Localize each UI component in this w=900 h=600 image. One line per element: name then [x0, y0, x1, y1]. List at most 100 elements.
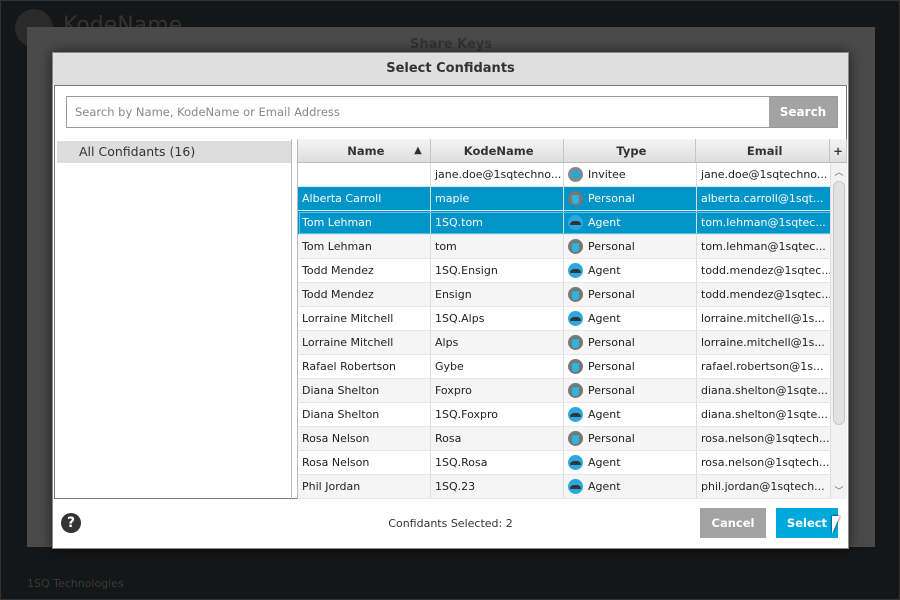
type-label: Invitee	[588, 167, 626, 181]
cell-kodename: Rosa	[431, 427, 564, 450]
cell-kodename: 1SQ.tom	[431, 211, 564, 234]
cell-kodename: Gybe	[431, 355, 564, 378]
cell-type: Agent	[564, 403, 697, 426]
scrollbar-thumb[interactable]	[833, 181, 845, 425]
cell-kodename: 1SQ.Foxpro	[431, 403, 564, 426]
cell-name: Tom Lehman	[298, 211, 431, 234]
cell-name: Phil Jordan	[298, 475, 431, 498]
table-row[interactable]: Rosa Nelson 1SQ.Rosa Agent rosa.nelson@1…	[298, 451, 847, 475]
cell-type: Personal	[564, 427, 697, 450]
cell-email: lorraine.mitchell@1s...	[697, 331, 831, 354]
cell-kodename: tom	[431, 235, 564, 258]
cell-email: lorraine.mitchell@1s...	[697, 307, 831, 330]
search-input[interactable]	[67, 97, 769, 127]
scroll-down-icon[interactable]: ﹀	[831, 484, 847, 497]
cell-type: Agent	[564, 259, 697, 282]
cell-email: todd.mendez@1sqtec...	[697, 259, 831, 282]
cell-kodename: Foxpro	[431, 379, 564, 402]
type-label: Agent	[588, 263, 621, 277]
cell-email: rosa.nelson@1sqtech...	[697, 427, 831, 450]
table-row[interactable]: Tom Lehman 1SQ.tom Agent tom.lehman@1sqt…	[298, 211, 847, 235]
cell-kodename: jane.doe@1sqtechno...	[431, 163, 564, 186]
type-label: Personal	[588, 335, 635, 349]
table-row[interactable]: Lorraine Mitchell Alps Personal lorraine…	[298, 331, 847, 355]
cell-type: Personal	[564, 283, 697, 306]
cell-type: Agent	[564, 451, 697, 474]
type-label: Personal	[588, 287, 635, 301]
type-label: Agent	[588, 311, 621, 325]
mouse-cursor-icon	[832, 516, 840, 534]
type-label: Personal	[588, 431, 635, 445]
add-column-button[interactable]: +	[830, 139, 847, 162]
cell-name: Rosa Nelson	[298, 451, 431, 474]
type-label: Personal	[588, 359, 635, 373]
cell-name: Alberta Carroll	[298, 187, 431, 210]
personal-icon	[568, 191, 583, 206]
dialog-title: Select Confidants	[53, 53, 848, 85]
personal-icon	[568, 359, 583, 374]
column-header-kodename[interactable]: KodeName	[431, 139, 564, 162]
table-row[interactable]: Lorraine Mitchell 1SQ.Alps Agent lorrain…	[298, 307, 847, 331]
personal-icon	[568, 335, 583, 350]
cell-name: Diana Shelton	[298, 403, 431, 426]
invitee-icon	[568, 167, 583, 182]
group-all-confidants[interactable]: All Confidants (16)	[57, 141, 291, 163]
table-row[interactable]: Rafael Robertson Gybe Personal rafael.ro…	[298, 355, 847, 379]
personal-icon	[568, 383, 583, 398]
type-label: Personal	[588, 191, 635, 205]
type-label: Agent	[588, 215, 621, 229]
table-row[interactable]: jane.doe@1sqtechno... Invitee jane.doe@1…	[298, 163, 847, 187]
cell-email: tom.lehman@1sqtec...	[697, 235, 831, 258]
cell-type: Agent	[564, 307, 697, 330]
cell-type: Agent	[564, 211, 697, 234]
agent-icon	[568, 479, 583, 494]
cell-type: Invitee	[564, 163, 697, 186]
cell-type: Personal	[564, 379, 697, 402]
select-button[interactable]: Select	[776, 508, 838, 538]
table-row[interactable]: Alberta Carroll maple Personal alberta.c…	[298, 187, 847, 211]
column-header-name[interactable]: Name ▲	[298, 139, 431, 162]
column-header-type[interactable]: Type	[564, 139, 697, 162]
cell-name: Rafael Robertson	[298, 355, 431, 378]
search-bar: Search	[66, 96, 838, 128]
cell-name: Tom Lehman	[298, 235, 431, 258]
app-footer: 1SQ Technologies	[27, 577, 124, 590]
cell-name	[298, 163, 431, 186]
cell-name: Diana Shelton	[298, 379, 431, 402]
cell-type: Personal	[564, 331, 697, 354]
sort-ascending-icon: ▲	[414, 144, 422, 156]
cell-name: Todd Mendez	[298, 283, 431, 306]
column-label: Name	[347, 143, 385, 158]
cell-email: diana.shelton@1sqte...	[697, 379, 831, 402]
personal-icon	[568, 287, 583, 302]
cell-email: phil.jordan@1sqtech...	[697, 475, 831, 498]
vertical-scrollbar[interactable]: ︿ ﹀	[830, 163, 847, 499]
cell-kodename: Alps	[431, 331, 564, 354]
cell-type: Personal	[564, 187, 697, 210]
table-row[interactable]: Diana Shelton 1SQ.Foxpro Agent diana.she…	[298, 403, 847, 427]
cell-email: rafael.robertson@1s...	[697, 355, 831, 378]
scroll-up-icon[interactable]: ︿	[831, 165, 847, 178]
agent-icon	[568, 263, 583, 278]
table-row[interactable]: Rosa Nelson Rosa Personal rosa.nelson@1s…	[298, 427, 847, 451]
cell-kodename: 1SQ.Rosa	[431, 451, 564, 474]
column-header-email[interactable]: Email	[696, 139, 831, 162]
table-row[interactable]: Todd Mendez Ensign Personal todd.mendez@…	[298, 283, 847, 307]
cancel-button[interactable]: Cancel	[700, 508, 766, 538]
agent-icon	[568, 311, 583, 326]
agent-icon	[568, 455, 583, 470]
cell-email: todd.mendez@1sqtec...	[697, 283, 831, 306]
table-row[interactable]: Todd Mendez 1SQ.Ensign Agent todd.mendez…	[298, 259, 847, 283]
personal-icon	[568, 239, 583, 254]
search-button[interactable]: Search	[769, 97, 837, 127]
table-row[interactable]: Phil Jordan 1SQ.23 Agent phil.jordan@1sq…	[298, 475, 847, 499]
cell-kodename: maple	[431, 187, 564, 210]
cell-email: alberta.carroll@1sqt...	[697, 187, 831, 210]
table-row[interactable]: Diana Shelton Foxpro Personal diana.shel…	[298, 379, 847, 403]
cell-kodename: 1SQ.Alps	[431, 307, 564, 330]
dialog-content: Search All Confidants (16) Name ▲ KodeNam…	[54, 85, 847, 499]
cell-name: Lorraine Mitchell	[298, 307, 431, 330]
cell-name: Lorraine Mitchell	[298, 331, 431, 354]
confidants-table: Name ▲ KodeName Type Email + jane.doe@1sq…	[297, 139, 847, 499]
table-row[interactable]: Tom Lehman tom Personal tom.lehman@1sqte…	[298, 235, 847, 259]
